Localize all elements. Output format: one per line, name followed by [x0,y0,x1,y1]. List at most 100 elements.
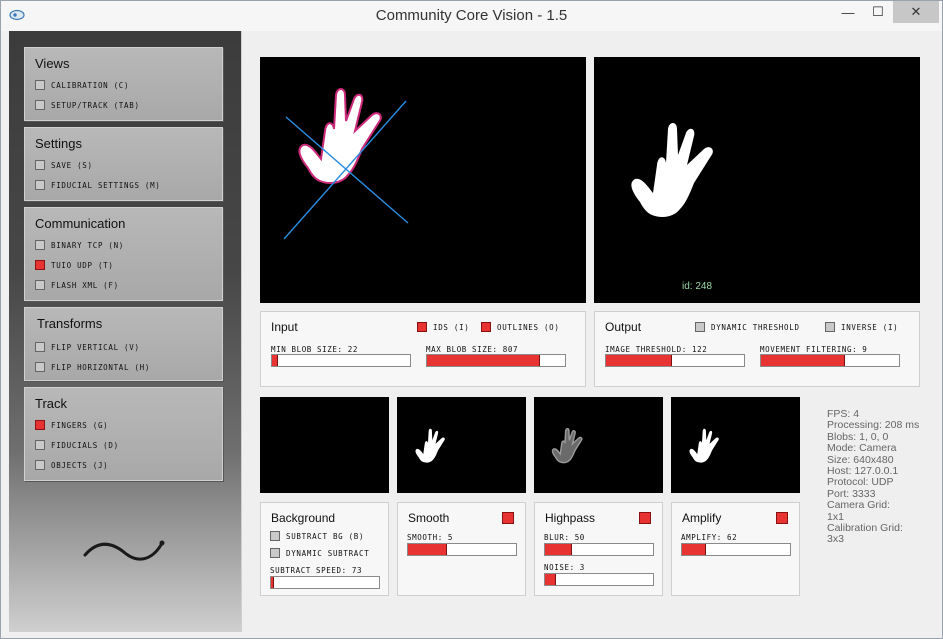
flip-vertical-toggle[interactable]: FLIP VERTICAL (V) [35,340,140,354]
highpass-panel: Highpass BLUR: 50 NOISE: 3 [534,502,663,596]
inverse-toggle[interactable]: INVERSE (I) [825,322,898,332]
fingers-checkbox[interactable] [35,420,45,430]
smooth-preview [397,397,526,493]
amplify-preview [671,397,800,493]
highpass-preview [534,397,663,493]
ids-checkbox[interactable] [417,322,427,332]
flip-horizontal-toggle[interactable]: FLIP HORIZONTAL (H) [35,360,150,374]
binary-tcp-toggle[interactable]: BINARY TCP (N) [35,238,124,252]
binary-tcp-label: BINARY TCP (N) [51,240,125,250]
flip-horizontal-checkbox[interactable] [35,362,45,372]
tuio-udp-toggle[interactable]: TUIO UDP (T) [35,258,114,272]
setup-track-checkbox[interactable] [35,100,45,110]
calibration-label: CALIBRATION (C) [51,80,130,90]
flash-xml-label: FLASH XML (F) [51,280,119,290]
flip-horizontal-label: FLIP HORIZONTAL (H) [51,362,151,372]
setup-track-toggle[interactable]: SETUP/TRACK (TAB) [35,98,140,112]
max-blob-label: MAX BLOB SIZE: 807 [426,345,519,354]
dynamic-threshold-checkbox[interactable] [695,322,705,332]
amplify-title: Amplify [682,511,722,525]
dynamic-threshold-toggle[interactable]: DYNAMIC THRESHOLD [695,322,800,332]
dynamic-subtract-toggle[interactable]: DYNAMIC SUBTRACT [270,548,369,558]
tuio-udp-checkbox[interactable] [35,260,45,270]
fiducials-toggle[interactable]: FIDUCIALS (D) [35,438,119,452]
flip-vertical-label: FLIP VERTICAL (V) [51,342,140,352]
source-hand-image [283,88,409,240]
blur-fill [545,544,572,555]
flip-vertical-checkbox[interactable] [35,342,45,352]
track-title: Track [35,396,68,411]
title-bar: Community Core Vision - 1.5 — ☐ ✕ [1,1,942,31]
binary-tcp-checkbox[interactable] [35,240,45,250]
background-panel: Background SUBTRACT BG (B) DYNAMIC SUBTR… [260,502,389,596]
subtract-bg-checkbox[interactable] [270,531,280,541]
fiducial-settings-toggle[interactable]: FIDUCIAL SETTINGS (M) [35,178,161,192]
communication-title: Communication [35,216,126,231]
main-area: id: 248 Input IDS (I) OUTLINES (O) MIN B… [241,31,937,632]
input-title: Input [271,320,298,334]
ids-toggle[interactable]: IDS (I) [417,322,470,332]
fingers-label: FINGERS (G) [51,420,109,430]
fiducial-settings-checkbox[interactable] [35,180,45,190]
inverse-checkbox[interactable] [825,322,835,332]
outlines-checkbox[interactable] [481,322,491,332]
tuio-udp-label: TUIO UDP (T) [51,260,114,270]
image-threshold-slider[interactable] [605,354,745,367]
stat-mode: Mode: Camera [827,442,897,455]
blur-slider[interactable] [544,543,654,556]
image-threshold-label: IMAGE THRESHOLD: 122 [605,345,708,354]
source-video-view [260,57,586,303]
sidebar: Views CALIBRATION (C) SETUP/TRACK (TAB) … [9,31,241,632]
smooth-slider[interactable] [407,543,517,556]
smooth-enable-toggle[interactable] [502,512,514,524]
amplify-slider-label: AMPLIFY: 62 [681,533,738,542]
dynamic-subtract-checkbox[interactable] [270,548,280,558]
highpass-enable-toggle[interactable] [639,512,651,524]
save-checkbox[interactable] [35,160,45,170]
subtract-bg-toggle[interactable]: SUBTRACT BG (B) [270,531,364,541]
smooth-fill [408,544,447,555]
close-button[interactable]: ✕ [893,1,939,23]
dynamic-threshold-label: DYNAMIC THRESHOLD [711,322,800,332]
fingers-toggle[interactable]: FINGERS (G) [35,418,108,432]
fiducials-label: FIDUCIALS (D) [51,440,119,450]
objects-label: OBJECTS (J) [51,460,109,470]
max-blob-slider[interactable] [426,354,566,367]
background-preview [260,397,389,493]
minimize-button[interactable]: — [833,1,863,23]
smooth-slider-label: SMOOTH: 5 [407,533,454,542]
objects-checkbox[interactable] [35,460,45,470]
amplify-slider[interactable] [681,543,791,556]
outlines-toggle[interactable]: OUTLINES (O) [481,322,560,332]
min-blob-slider[interactable] [271,354,411,367]
flash-xml-checkbox[interactable] [35,280,45,290]
views-title: Views [35,56,70,71]
movement-filtering-fill [761,355,846,366]
fiducials-checkbox[interactable] [35,440,45,450]
save-toggle[interactable]: SAVE (S) [35,158,93,172]
movement-filtering-slider[interactable] [760,354,900,367]
stat-camera-grid-label: Camera Grid: [827,499,891,512]
blob-id-label: id: 248 [682,281,713,292]
transforms-title: Transforms [37,316,103,331]
subtract-bg-label: SUBTRACT BG (B) [286,531,365,541]
window-title: Community Core Vision - 1.5 [375,7,568,24]
objects-toggle[interactable]: OBJECTS (J) [35,458,108,472]
amplify-panel: Amplify AMPLIFY: 62 [671,502,800,596]
calibration-toggle[interactable]: CALIBRATION (C) [35,78,129,92]
noise-slider[interactable] [544,573,654,586]
subtract-speed-slider[interactable] [270,576,380,589]
outlines-label: OUTLINES (O) [497,322,560,332]
maximize-button[interactable]: ☐ [863,1,893,23]
max-blob-fill [427,355,541,366]
flash-xml-toggle[interactable]: FLASH XML (F) [35,278,119,292]
amplify-enable-toggle[interactable] [776,512,788,524]
stat-calibration-grid-value: 3x3 [827,533,844,546]
calibration-checkbox[interactable] [35,80,45,90]
image-threshold-fill [606,355,673,366]
track-panel: Track FINGERS (G) FIDUCIALS (D) OBJECTS … [24,387,223,481]
input-panel: Input IDS (I) OUTLINES (O) MIN BLOB SIZE… [260,311,586,387]
squiggle-logo-icon [83,540,165,561]
background-title: Background [271,511,336,525]
min-blob-fill [272,355,278,366]
